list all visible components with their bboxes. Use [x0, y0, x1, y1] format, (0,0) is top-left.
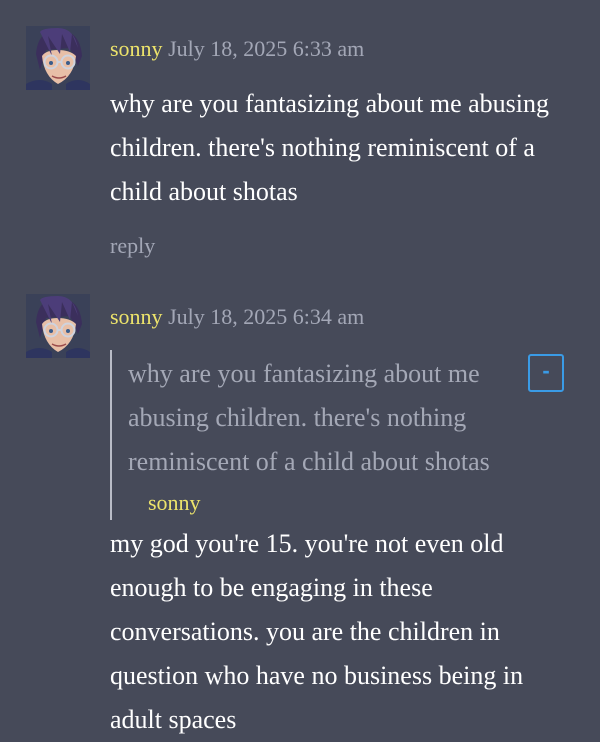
avatar[interactable] [26, 26, 90, 90]
reply-button[interactable]: reply [110, 233, 155, 259]
collapse-quote-button[interactable]: - [528, 354, 564, 392]
quoted-comment: why are you fantasizing about me abusing… [110, 350, 582, 520]
quote-text: why are you fantasizing about me abusing… [128, 359, 490, 476]
timestamp[interactable]: July 18, 2025 6:34 am [168, 304, 364, 329]
comment-meta: sonny July 18, 2025 6:33 am [110, 36, 364, 62]
avatar[interactable] [26, 294, 90, 358]
comment-meta: sonny July 18, 2025 6:34 am [110, 304, 364, 330]
quote-author[interactable]: sonny [148, 490, 201, 516]
author-name[interactable]: sonny [110, 304, 163, 329]
timestamp[interactable]: July 18, 2025 6:33 am [168, 36, 364, 61]
anime-character-avatar-icon [26, 294, 90, 358]
comment-body: why are you fantasizing about me abusing… [110, 89, 549, 206]
anime-character-avatar-icon [26, 26, 90, 90]
comment-body: my god you're 15. you're not even old en… [110, 529, 524, 734]
author-name[interactable]: sonny [110, 36, 163, 61]
